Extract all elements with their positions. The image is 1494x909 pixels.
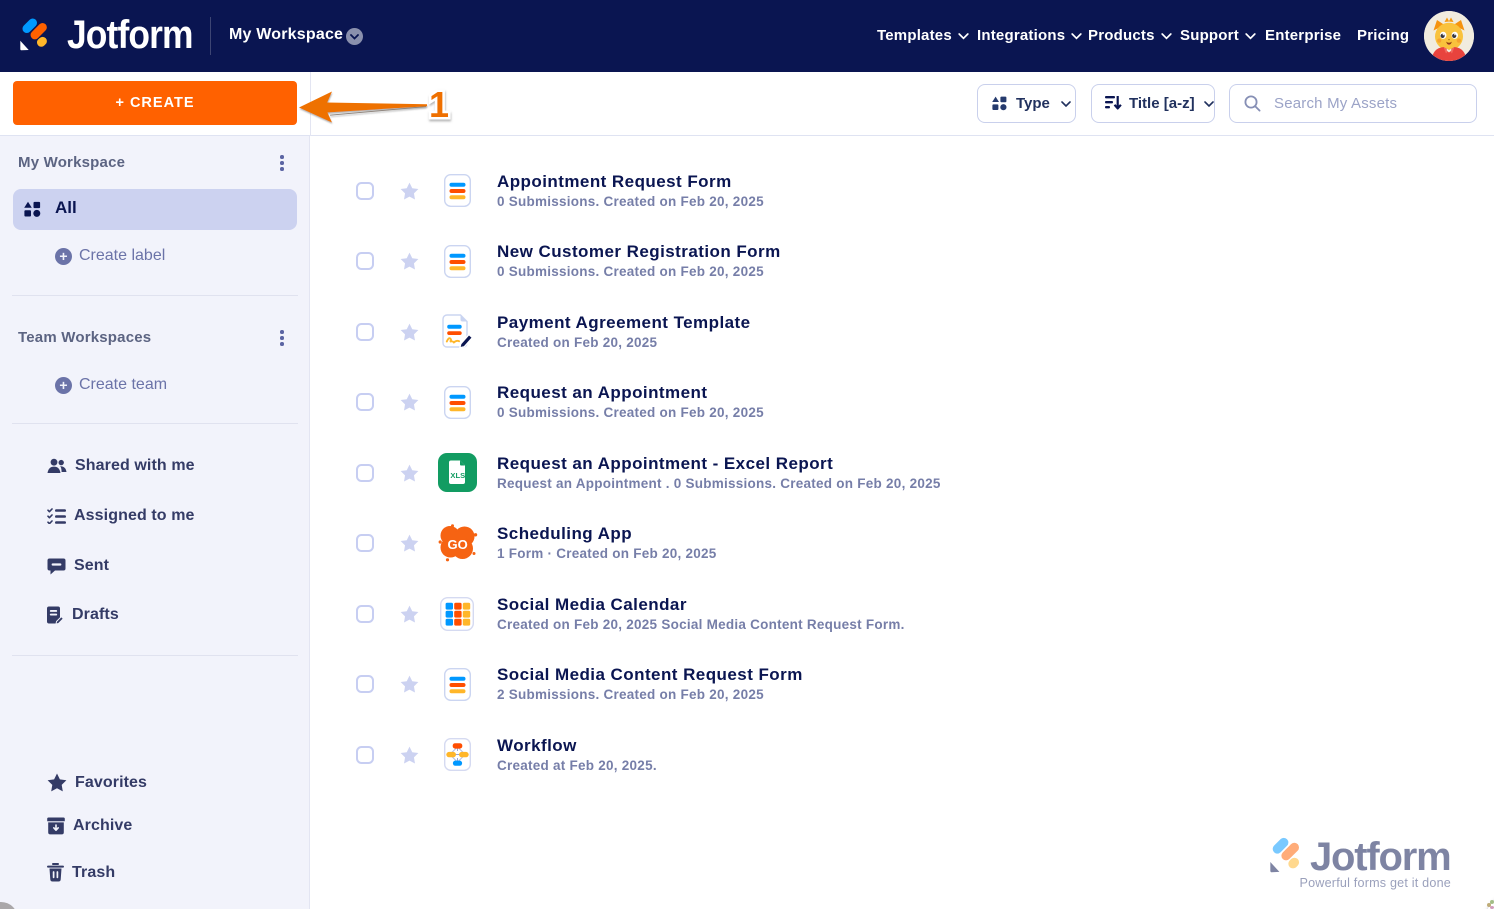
svg-text:Jotform: Jotform	[1310, 835, 1451, 879]
svg-text:XLS: XLS	[450, 471, 465, 480]
svg-text:GO: GO	[448, 537, 468, 552]
